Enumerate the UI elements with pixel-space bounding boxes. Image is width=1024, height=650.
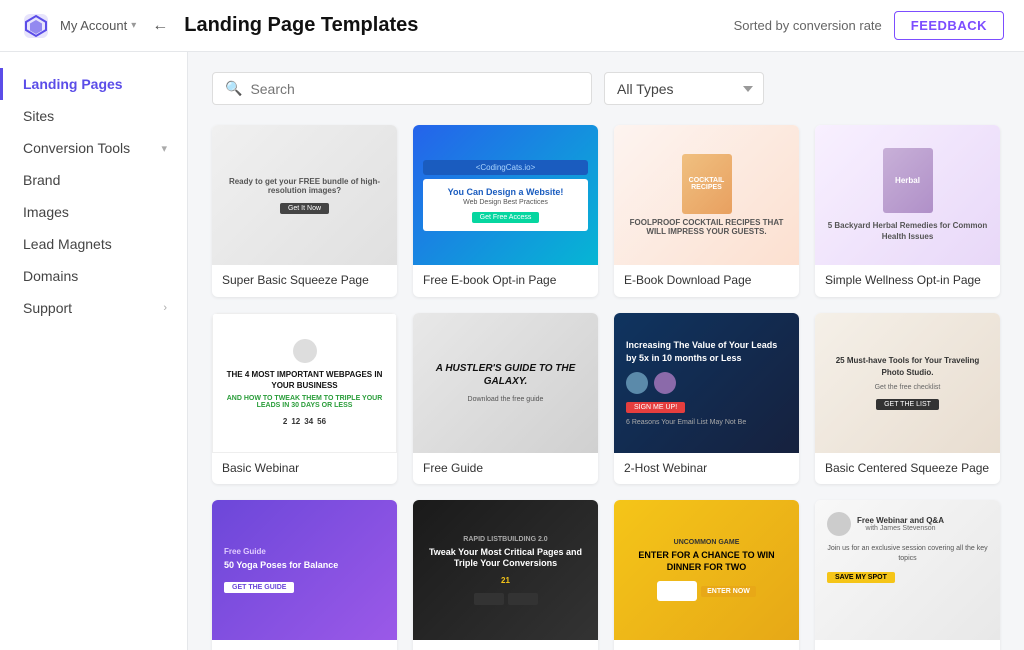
sidebar-item-domains[interactable]: Domains: [0, 260, 187, 292]
template-card-7[interactable]: Increasing The Value of Your Leads by 5x…: [614, 313, 799, 485]
sidebar-item-brand[interactable]: Brand: [0, 164, 187, 196]
search-input[interactable]: [250, 81, 579, 97]
template-label: Single-Screen Webinar: [815, 640, 1000, 650]
sidebar-label: Support: [23, 300, 72, 316]
sidebar-item-lead-magnets[interactable]: Lead Magnets: [0, 228, 187, 260]
search-box: 🔍: [212, 72, 592, 105]
template-card-8[interactable]: 25 Must-have Tools for Your Traveling Ph…: [815, 313, 1000, 485]
template-label: Single Host Webinar Registration 2.0: [413, 640, 598, 650]
main-content: 🔍 All Types Squeeze Pages Webinar Pages …: [188, 52, 1024, 650]
back-icon: ←: [152, 17, 168, 34]
sort-label: Sorted by conversion rate: [734, 18, 882, 33]
layout: Landing Pages Sites Conversion Tools ▾ B…: [0, 52, 1024, 650]
sidebar-label: Domains: [23, 268, 78, 284]
sidebar-label: Conversion Tools: [23, 140, 130, 156]
template-card-3[interactable]: COCKTAIL RECIPES FOOLPROOF COCKTAIL RECI…: [614, 125, 799, 297]
type-filter[interactable]: All Types Squeeze Pages Webinar Pages Sa…: [604, 72, 764, 105]
back-button[interactable]: ←: [152, 17, 168, 35]
sidebar-item-support[interactable]: Support ›: [0, 292, 187, 324]
page-title: Landing Page Templates: [184, 14, 733, 37]
sidebar-label: Lead Magnets: [23, 236, 112, 252]
template-card-1[interactable]: Ready to get your FREE bundle of high-re…: [212, 125, 397, 297]
template-label: Free E-book Opt-in Page: [413, 265, 598, 297]
sidebar-label: Landing Pages: [23, 76, 123, 92]
sidebar-label: Brand: [23, 172, 60, 188]
template-label: Super Basic Squeeze Page: [212, 265, 397, 297]
sidebar-item-images[interactable]: Images: [0, 196, 187, 228]
template-card-5[interactable]: THE 4 MOST IMPORTANT WEBPAGES IN YOUR BU…: [212, 313, 397, 485]
template-label: Enter to Win Page: [614, 640, 799, 650]
sidebar-label: Images: [23, 204, 69, 220]
template-label: E-Book Download Page: [614, 265, 799, 297]
chevron-right-icon: ›: [163, 302, 167, 314]
template-label: 2-Host Webinar: [614, 453, 799, 485]
template-card-12[interactable]: Free Webinar and Q&A with James Stevenso…: [815, 500, 1000, 650]
account-menu[interactable]: My Account ▾: [60, 18, 136, 33]
header: My Account ▾ ← Landing Page Templates So…: [0, 0, 1024, 52]
template-label: Simple Wellness Opt-in Page: [815, 265, 1000, 297]
toolbar: 🔍 All Types Squeeze Pages Webinar Pages …: [212, 72, 1000, 105]
sidebar-item-sites[interactable]: Sites: [0, 100, 187, 132]
template-label: Basic Webinar: [212, 453, 397, 485]
template-card-10[interactable]: RAPID LISTBUILDING 2.0 Tweak Your Most C…: [413, 500, 598, 650]
template-label: Free Guide: [413, 453, 598, 485]
sidebar-item-landing-pages[interactable]: Landing Pages: [0, 68, 187, 100]
chevron-down-icon: ▾: [161, 142, 167, 155]
feedback-button[interactable]: FEEDBACK: [894, 11, 1004, 40]
template-card-4[interactable]: Herbal 5 Backyard Herbal Remedies for Co…: [815, 125, 1000, 297]
template-label: Yoga Ebook Page: [212, 640, 397, 650]
chevron-down-icon: ▾: [131, 20, 136, 31]
account-label: My Account: [60, 18, 127, 33]
template-card-6[interactable]: A HUSTLER'S GUIDE TO THE GALAXY. Downloa…: [413, 313, 598, 485]
template-card-11[interactable]: UNCOMMON GAME ENTER FOR A CHANCE TO WIN …: [614, 500, 799, 650]
logo-icon: [20, 10, 52, 42]
template-card-9[interactable]: Free Guide 50 Yoga Poses for Balance GET…: [212, 500, 397, 650]
template-label: Basic Centered Squeeze Page: [815, 453, 1000, 485]
sidebar-item-conversion-tools[interactable]: Conversion Tools ▾: [0, 132, 187, 164]
sidebar-label: Sites: [23, 108, 54, 124]
sidebar: Landing Pages Sites Conversion Tools ▾ B…: [0, 52, 188, 650]
search-icon: 🔍: [225, 80, 242, 97]
template-grid: Ready to get your FREE bundle of high-re…: [212, 125, 1000, 650]
template-card-2[interactable]: <CodingCats.io> You Can Design a Website…: [413, 125, 598, 297]
logo: [20, 10, 52, 42]
